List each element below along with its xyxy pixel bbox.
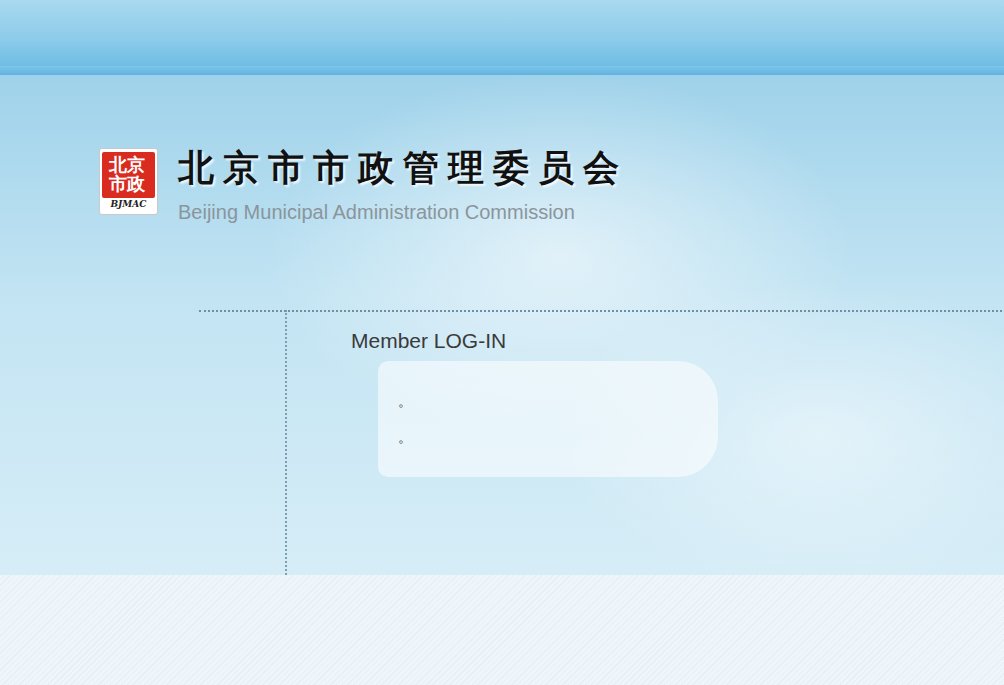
main-area: 北京市政 BJMAC 北京市市政管理委员会 Beijing Municipal Adm… xyxy=(0,75,1004,575)
top-bar xyxy=(0,0,1004,66)
brand: 北京市政 BJMAC 北京市市政管理委员会 Beijing Municipal Adm… xyxy=(99,75,1004,274)
title-group: 北京市市政管理委员会 Beijing Municipal Administrati… xyxy=(178,148,628,224)
login-field[interactable]: 。 xyxy=(398,419,718,455)
logo-icon: 北京市政 BJMAC xyxy=(99,148,158,215)
login-field[interactable]: 。 xyxy=(398,383,718,419)
login-section: Member LOG-IN。。 xyxy=(285,310,1004,575)
field-label: 。 xyxy=(398,393,412,410)
site-title: 北京市市政管理委员会 xyxy=(178,148,628,188)
field-label: 。 xyxy=(398,429,412,446)
login-panel: 。。 xyxy=(378,361,718,477)
site-subtitle: Beijing Municipal Administration Commiss… xyxy=(178,200,628,224)
footer-area xyxy=(0,575,1004,685)
seal-text: 北京市政 xyxy=(109,156,145,194)
logo-caption: BJMAC xyxy=(100,198,157,212)
header-stripe xyxy=(0,66,1004,75)
seal-box: 北京市政 xyxy=(102,152,155,198)
login-heading: Member LOG-IN xyxy=(287,328,1004,353)
divider-line xyxy=(199,310,1004,312)
